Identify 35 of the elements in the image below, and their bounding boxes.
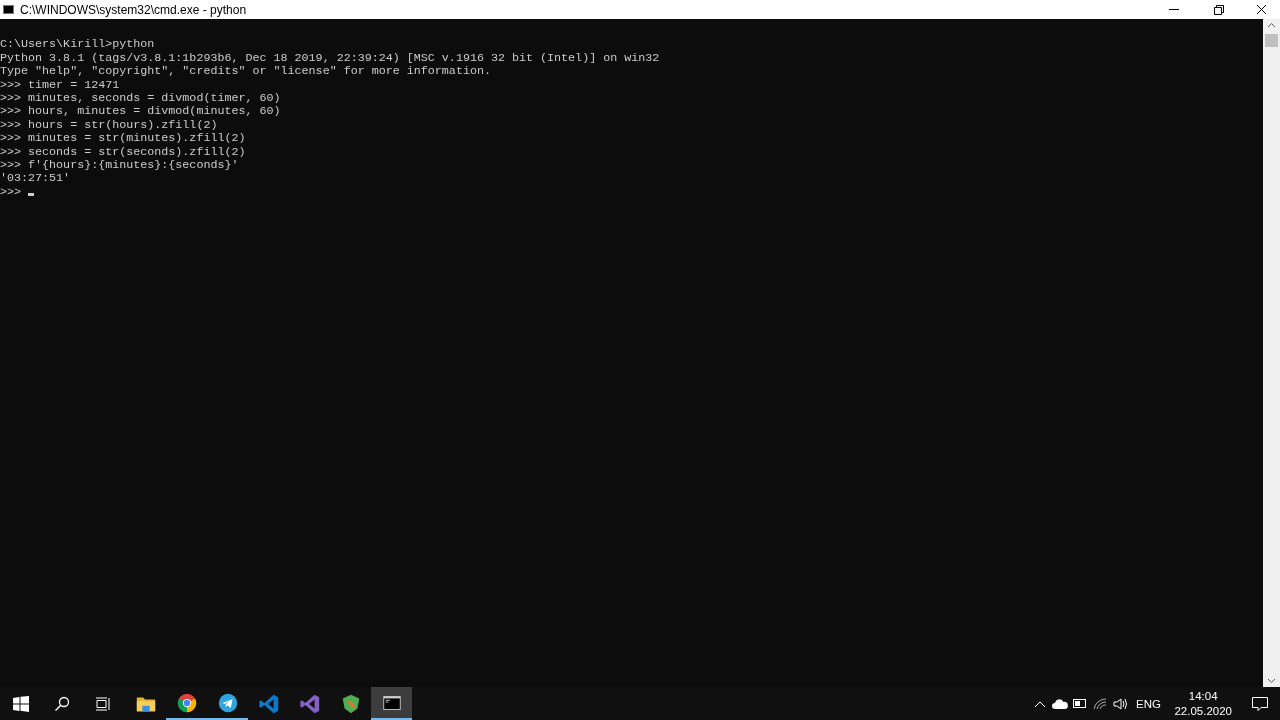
scrollbar[interactable]: [1263, 19, 1280, 687]
console-line: >>> hours = str(hours).zfill(2): [0, 117, 218, 132]
console-line: >>> f'{hours}:{minutes}:{seconds}': [0, 157, 239, 172]
battery-icon[interactable]: [1073, 699, 1088, 708]
console-line: >>> timer = 12471: [0, 77, 120, 92]
code-editor-icon: [257, 692, 280, 715]
window-title: C:\WINDOWS\system32\cmd.exe - python: [20, 2, 248, 17]
console-line: >>> hours, minutes = divmod(minutes, 60): [0, 104, 281, 119]
clock-time: 14:04: [1188, 688, 1218, 704]
cloud-icon[interactable]: [1052, 698, 1069, 709]
paper-plane-icon: [216, 691, 239, 714]
console-line: Type "help", "copyright", "credits" or "license" for more information.: [0, 64, 491, 79]
clock-date: 22.05.2020: [1174, 703, 1232, 719]
text-cursor: [28, 192, 35, 196]
scrollbar-thumb[interactable]: [1265, 34, 1278, 47]
speech-bubble-icon: [1252, 696, 1268, 711]
chevron-up-icon[interactable]: [1034, 699, 1047, 708]
taskbar-app-button[interactable]: [371, 687, 412, 720]
console-prompt: >>>: [0, 184, 22, 199]
console-line: >>> seconds = str(seconds).zfill(2): [0, 144, 246, 159]
search-icon: [53, 695, 70, 712]
console-line: C:\Users\Kirill>python: [0, 37, 155, 52]
console-line: Python 3.8.1 (tags/v3.8.1:1b293b6, Dec 18 2019, 22:39:24) [MSC v.1916 32 bit (Intel)] on win32: [0, 50, 660, 65]
console-line: >>> minutes = str(minutes).zfill(2): [0, 131, 246, 146]
chrome-logo-icon: [175, 691, 198, 714]
infinity-ribbon-icon: [298, 692, 321, 715]
input-language-indicator[interactable]: ENG: [1135, 697, 1161, 710]
clock[interactable]: 14:04 22.05.2020: [1166, 687, 1240, 720]
speaker-icon[interactable]: [1113, 697, 1128, 710]
task-view-icon: [94, 695, 111, 712]
console-line: '03:27:51': [0, 171, 71, 186]
windows-logo-icon: [12, 695, 29, 712]
wifi-icon[interactable]: [1093, 697, 1108, 710]
console-app-icon: [3, 5, 14, 14]
console-line: >>> minutes, seconds = divmod(timer, 60): [0, 90, 281, 105]
